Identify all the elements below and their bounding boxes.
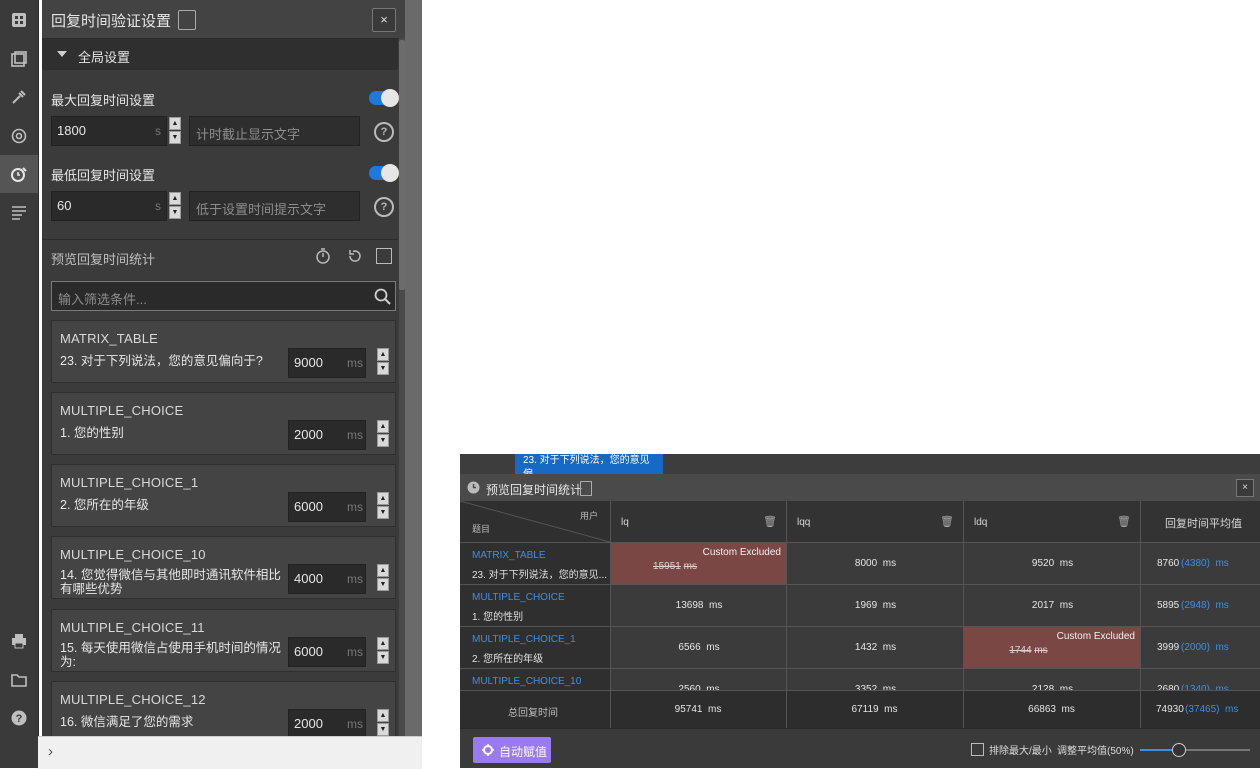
question-card: MULTIPLE_CHOICE_11 15. 每天使用微信占使用手机时间的情况为…	[51, 609, 396, 672]
help-icon[interactable]: ?	[374, 122, 394, 142]
question-time-input[interactable]: 6000 ms	[288, 492, 366, 522]
slider-handle[interactable]	[1172, 743, 1186, 757]
min-time-input[interactable]: 60 s	[51, 191, 167, 221]
question-time-stepper[interactable]: ▲ ▼	[377, 420, 389, 448]
min-time-text-input[interactable]: 低于设置时间提示文字	[189, 191, 360, 221]
trash-icon[interactable]: 🗑	[763, 515, 777, 528]
question-time-input[interactable]: 6000 ms	[288, 637, 366, 667]
table-cell[interactable]: 2017 ms	[963, 584, 1141, 626]
table-cell[interactable]: 1969 ms	[786, 584, 964, 626]
help-icon[interactable]: ?	[374, 197, 394, 217]
panel-header: 回复时间验证设置 ×	[42, 0, 405, 39]
panel-title: 回复时间验证设置	[51, 13, 172, 30]
search-icon[interactable]	[374, 288, 391, 305]
question-time-stepper[interactable]: ▲ ▼	[377, 348, 389, 376]
reset-icon[interactable]	[347, 248, 363, 264]
question-time-stepper[interactable]: ▲ ▼	[377, 709, 389, 736]
avg-cell: 3999 (2000) ms	[1140, 626, 1260, 668]
timer-icon[interactable]	[0, 155, 38, 193]
max-time-label: 最大回复时间设置	[51, 93, 156, 108]
question-card: MATRIX_TABLE 23. 对于下列说法，您的意见偏向于? 9000 ms …	[51, 320, 396, 383]
table-cell[interactable]: 8000 ms	[786, 542, 964, 584]
table-cell[interactable]: 13698 ms	[610, 584, 787, 626]
background-tab: 23. 对于下列说法，您的意见偏...	[515, 454, 663, 480]
chevron-right-icon[interactable]: ›	[48, 743, 53, 760]
help-icon[interactable]: ?	[0, 699, 38, 737]
question-card: MULTIPLE_CHOICE_1 2. 您所在的年级 6000 ms ▲ ▼	[51, 464, 396, 527]
corner-header: 用户 题目	[460, 501, 610, 542]
section-label: 全局设置	[78, 50, 131, 65]
min-time-toggle[interactable]	[369, 164, 399, 182]
table-cell[interactable]: 6566 ms	[610, 626, 787, 668]
adjust-average-label: 调整平均值(50%)	[1057, 746, 1134, 757]
preview-stats-dialog: 预览回复时间统计 × 用户 题目 lq 🗑 lqq 🗑 ldq 🗑 回复时间平均值 M…	[460, 474, 1260, 768]
dialog-footer: 自动赋值 排除最大/最小 调整平均值(50%)	[460, 728, 1260, 768]
svg-text:?: ?	[16, 713, 23, 725]
question-time-stepper[interactable]: ▲ ▼	[377, 564, 389, 592]
preview-stats-header: 预览回复时间统计	[42, 239, 398, 272]
max-time-toggle[interactable]	[369, 89, 399, 107]
auto-assign-button[interactable]: 自动赋值	[473, 737, 551, 763]
column-header: lq 🗑	[610, 501, 787, 542]
filter-input[interactable]: 输入筛选条件...	[51, 281, 396, 311]
min-time-label: 最低回复时间设置	[51, 168, 156, 183]
avg-cell: 5895 (2948) ms	[1140, 584, 1260, 626]
table-cell[interactable]: Custom Excluded 1744 ms	[963, 626, 1141, 668]
max-time-stepper[interactable]: ▲ ▼	[169, 117, 181, 145]
lock-icon[interactable]	[580, 481, 592, 496]
background-window: 23. 对于下列说法，您的意见偏...	[460, 454, 1260, 480]
grid-icon[interactable]	[0, 1, 38, 39]
icon-sidebar: ?	[0, 0, 39, 768]
totals-row: 总回复时间 95741 ms 67119 ms 66863 ms 74930 (…	[460, 690, 1260, 729]
adjust-average-slider[interactable]	[1140, 743, 1250, 757]
gear-icon	[482, 744, 494, 756]
table-row-question[interactable]: MULTIPLE_CHOICE_1 2. 您所在的年级	[460, 626, 610, 668]
question-time-stepper[interactable]: ▲ ▼	[377, 492, 389, 520]
avg-column-header: 回复时间平均值	[1140, 501, 1260, 542]
text-lines-icon[interactable]	[0, 193, 38, 231]
dialog-header: 预览回复时间统计 ×	[460, 474, 1260, 501]
table-row-question[interactable]: MULTIPLE_CHOICE 1. 您的性别	[460, 584, 610, 626]
table-cell[interactable]: 9520 ms	[963, 542, 1141, 584]
lock-icon[interactable]	[178, 10, 196, 30]
bottom-bar: ›	[38, 736, 422, 769]
clock-icon	[467, 481, 480, 494]
trash-icon[interactable]: 🗑	[1117, 515, 1131, 528]
question-time-input[interactable]: 2000 ms	[288, 709, 366, 736]
printer-icon[interactable]	[0, 622, 38, 660]
question-card: MULTIPLE_CHOICE 1. 您的性别 2000 ms ▲ ▼	[51, 392, 396, 455]
column-header: lqq 🗑	[786, 501, 964, 542]
layout-icon[interactable]	[0, 40, 38, 78]
eyedropper-icon[interactable]	[0, 78, 38, 116]
column-header: ldq 🗑	[963, 501, 1141, 542]
question-time-input[interactable]: 2000 ms	[288, 420, 366, 450]
collapse-triangle-icon	[57, 51, 67, 57]
exclude-minmax-label: 排除最大/最小	[989, 746, 1052, 757]
global-settings-section[interactable]: 全局设置	[42, 39, 398, 70]
question-card: MULTIPLE_CHOICE_12 16. 微信满足了您的需求 2000 ms …	[51, 681, 396, 736]
question-card: MULTIPLE_CHOICE_10 14. 您觉得微信与其他即时通讯软件相比有…	[51, 536, 396, 599]
question-time-stepper[interactable]: ▲ ▼	[377, 637, 389, 665]
folder-icon[interactable]	[0, 661, 38, 699]
max-time-input[interactable]: 1800 s	[51, 116, 167, 146]
table-cell[interactable]: Custom Excluded 15951 ms	[610, 542, 787, 584]
exclude-minmax-checkbox[interactable]	[971, 743, 984, 756]
min-time-stepper[interactable]: ▲ ▼	[169, 192, 181, 220]
dialog-title: 预览回复时间统计	[486, 483, 583, 497]
max-time-text-input[interactable]: 计时截止显示文字	[189, 116, 360, 146]
table-cell[interactable]: 1432 ms	[786, 626, 964, 668]
question-time-input[interactable]: 4000 ms	[288, 564, 366, 594]
close-button[interactable]: ×	[372, 8, 396, 32]
reply-time-settings-panel: 回复时间验证设置 × 全局设置 最大回复时间设置 1800 s ▲ ▼ 计时截止显…	[42, 0, 405, 736]
avg-cell: 8760 (4380) ms	[1140, 542, 1260, 584]
close-button[interactable]: ×	[1236, 479, 1254, 497]
background-strip	[405, 0, 422, 736]
question-time-input[interactable]: 9000 ms	[288, 348, 366, 378]
at-sign-icon[interactable]	[0, 117, 38, 155]
trash-icon[interactable]: 🗑	[940, 515, 954, 528]
expand-checkbox[interactable]	[376, 248, 392, 264]
stopwatch-icon[interactable]	[315, 248, 331, 264]
preview-stats-label: 预览回复时间统计	[51, 252, 156, 267]
